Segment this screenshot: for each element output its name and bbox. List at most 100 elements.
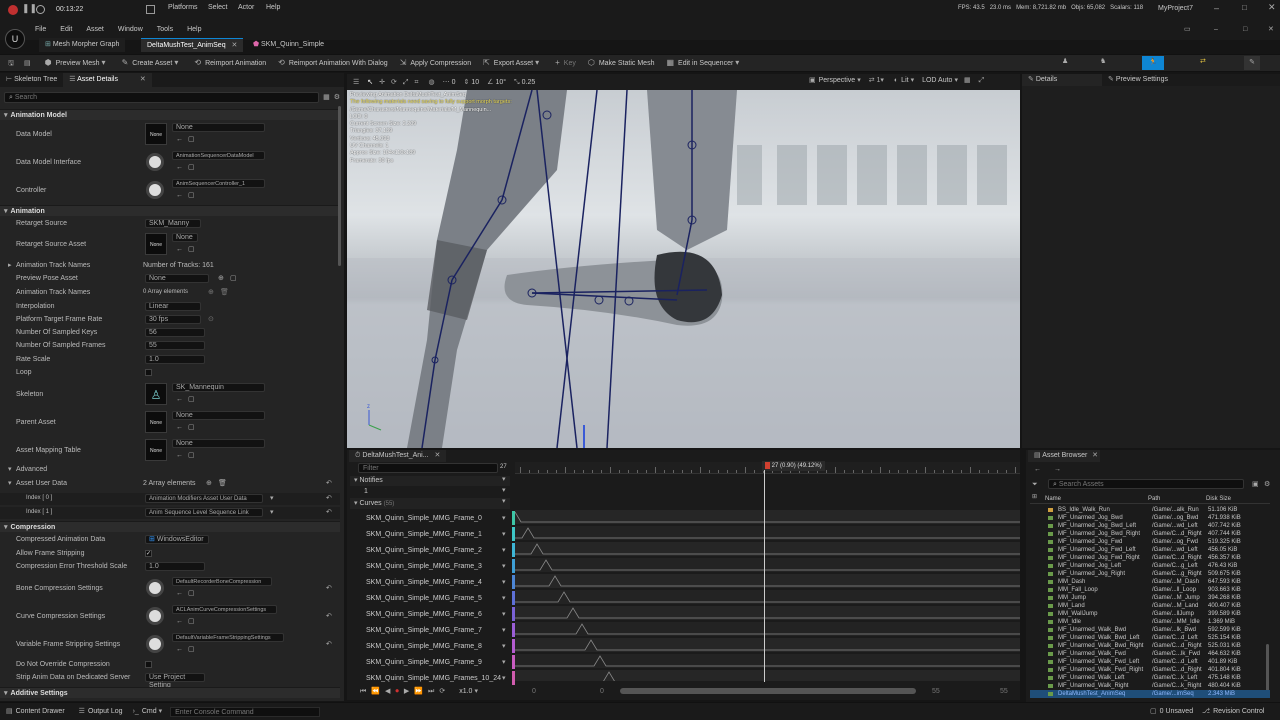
strip-server-combo[interactable]: Use Project Setting	[145, 673, 205, 689]
chevron-right-icon[interactable]: ▸	[8, 262, 12, 269]
folder-icon[interactable]: ▢	[188, 646, 195, 653]
asset-row[interactable]: MF_Unarmed_Walk_Bwd/Game/...lk_Bwd 592.59…	[1030, 626, 1270, 634]
filter-icon[interactable]: ⏷	[1032, 481, 1038, 488]
asset-row[interactable]: MF_Unarmed_Jog_Fwd_Left/Game/...wd_Left 4…	[1030, 546, 1270, 554]
browse-icon[interactable]: ←	[176, 136, 183, 143]
interpolation-combo[interactable]: Linear	[145, 302, 201, 311]
curve-track-row[interactable]: SKM_Quinn_Simple_MMG_Frame_3 ▾	[350, 558, 515, 574]
curve-track-row[interactable]: SKM_Quinn_Simple_MMG_Frame_2 ▾	[350, 542, 515, 558]
menu-tools[interactable]: Tools	[157, 26, 173, 33]
loop-checkbox[interactable]	[145, 369, 152, 376]
menu-select[interactable]: Select	[208, 4, 227, 11]
asset-row[interactable]: BS_Idle_Walk_Run/Game/...alk_Run 51.106 K…	[1030, 506, 1270, 514]
browse-icon[interactable]: ←	[176, 192, 183, 199]
interface-combo[interactable]: AnimationSequencerDataModel	[172, 151, 265, 160]
platform-combo[interactable]: ⊞ WindowsEditor	[145, 535, 209, 544]
chevron-down-icon[interactable]: ▾	[502, 595, 506, 602]
section-animation[interactable]: ▾ Animation	[0, 205, 340, 216]
asset-row[interactable]: MM_Land/Game/...M_Land 400.407 KiB	[1030, 602, 1270, 610]
range-start[interactable]: 0	[532, 688, 536, 695]
curve-track-row[interactable]: SKM_Quinn_Simple_MMG_Frame_4 ▾	[350, 574, 515, 590]
chevron-down-icon[interactable]: ▾	[502, 531, 506, 538]
anim-mode-icon[interactable]: 🏃	[1142, 56, 1164, 70]
settings-mode-icon[interactable]: ✎	[1244, 56, 1260, 70]
folder-icon[interactable]: ▢	[188, 590, 195, 597]
maximize-icon[interactable]: □	[1242, 4, 1247, 12]
preview-mesh-button[interactable]: ⬢ Preview Mesh ▾	[45, 59, 110, 67]
retarget-source-combo[interactable]: SKM_Manny	[145, 219, 201, 228]
select-tool-icon[interactable]: ↖	[367, 79, 373, 86]
asset-row[interactable]: MF_Unarmed_Jog_Bwd_Left/Game/...wd_Left 4…	[1030, 522, 1270, 530]
animation-viewport[interactable]: z Previewing Animation DeltaMushTest_Ani…	[347, 90, 1020, 448]
close-sub-icon[interactable]: ✕	[1268, 26, 1274, 33]
back-arrow-icon[interactable]: ←	[1034, 466, 1041, 473]
chevron-down-icon[interactable]: ▾	[857, 77, 861, 84]
index-0-combo[interactable]: Animation Modifiers Asset User Data	[145, 494, 263, 503]
content-drawer-button[interactable]: ▤ Content Drawer	[6, 708, 65, 715]
go-to-end-icon[interactable]: ⏭	[428, 688, 434, 695]
asset-row[interactable]: MF_Unarmed_Jog_Bwd_Right/Game/C...d_Righ…	[1030, 530, 1270, 538]
error-threshold-input[interactable]: 1.0	[145, 562, 205, 571]
translate-snap-icon[interactable]: ⇕	[463, 79, 469, 86]
reset-icon[interactable]: ↶	[326, 480, 332, 487]
close-icon[interactable]: ✕	[1268, 3, 1276, 12]
controller-combo[interactable]: AnimSequencerController_1	[172, 179, 265, 188]
folder-icon[interactable]: ▢	[188, 246, 195, 253]
menu-help[interactable]: Help	[266, 4, 280, 11]
curve-track-row[interactable]: SKM_Quinn_Simple_MMG_Frame_1 ▾	[350, 526, 515, 542]
unsaved-indicator[interactable]: ▢ 0 Unsaved	[1150, 708, 1193, 715]
scale-snap-icon[interactable]: ⤡	[514, 79, 520, 86]
asset-row[interactable]: MF_Unarmed_Jog_Fwd/Game/...og_Fwd 519.325…	[1030, 538, 1270, 546]
curve-track-row[interactable]: SKM_Quinn_Simple_MMG_Frame_5 ▾	[350, 590, 515, 606]
playhead-label[interactable]: 27 (0.90) (49.12%)	[762, 461, 825, 471]
browse-icon[interactable]: ⊕	[218, 275, 224, 282]
curve-track-row[interactable]: SKM_Quinn_Simple_MMG_Frame_9 ▾	[350, 654, 515, 670]
asset-row[interactable]: MF_Unarmed_Jog_Right/Game/C...g_Right 509…	[1030, 570, 1270, 578]
make-static-mesh-button[interactable]: ⬡ Make Static Mesh	[588, 59, 655, 67]
menu-window[interactable]: Window	[118, 26, 143, 33]
chevron-down-icon[interactable]: ▾	[502, 643, 506, 650]
parent-asset-combo[interactable]: None	[172, 411, 265, 420]
skeleton-combo[interactable]: SK_Mannequin	[172, 383, 265, 392]
rotate-tool-icon[interactable]: ⟳	[391, 79, 397, 86]
column-name[interactable]: Name	[1045, 494, 1061, 504]
asset-browser-tab[interactable]: ▤ Asset Browser ✕	[1028, 450, 1100, 462]
range-end[interactable]: 55	[1000, 688, 1008, 695]
browse-icon[interactable]: ←	[176, 424, 183, 431]
timeline-tab[interactable]: ⏱ DeltaMushTest_Ani... ✕	[349, 450, 447, 462]
chevron-down-icon[interactable]: ▾	[502, 515, 506, 522]
chevron-down-icon[interactable]: ▾	[502, 579, 506, 586]
scale-tool-icon[interactable]: ⤢	[403, 79, 409, 86]
rate-scale-input[interactable]: 1.0	[145, 355, 205, 364]
revision-control-button[interactable]: ⎇ Revision Control	[1202, 708, 1264, 715]
asset-row[interactable]: MF_Unarmed_Walk_Bwd_Right/Game/C...d_Rig…	[1030, 642, 1270, 650]
asset-row[interactable]: MF_Unarmed_Walk_Fwd_Left/Game/C...d_Left…	[1030, 658, 1270, 666]
curve-track-row[interactable]: SKM_Quinn_Simple_MMG_Frame_7 ▾	[350, 622, 515, 638]
folder-icon[interactable]: ▢	[188, 452, 195, 459]
asset-row[interactable]: MF_Unarmed_Walk_Fwd/Game/C...lk_Fwd 464.6…	[1030, 650, 1270, 658]
rotate-snap-value[interactable]: 10°	[495, 79, 506, 86]
stop-icon[interactable]	[36, 5, 45, 14]
menu-actor[interactable]: Actor	[238, 4, 254, 11]
console-input[interactable]: Enter Console Command	[170, 706, 321, 717]
folder-icon[interactable]: ▢	[230, 275, 237, 282]
tab-close-icon[interactable]: ✕	[232, 42, 238, 49]
create-asset-button[interactable]: ✎ Create Asset ▾	[122, 59, 183, 67]
curve-track-row[interactable]: SKM_Quinn_Simple_MMG_Frame_6 ▾	[350, 606, 515, 622]
chevron-down-icon[interactable]: ▾	[502, 627, 506, 634]
lit-button[interactable]: Lit	[901, 77, 908, 84]
browse-icon[interactable]: ←	[176, 618, 183, 625]
asset-mapping-combo[interactable]: None	[172, 439, 265, 448]
tab-close-icon[interactable]: ✕	[435, 452, 441, 459]
asset-row[interactable]: MF_Unarmed_Jog_Bwd/Game/...og_Bwd 471.938…	[1030, 514, 1270, 522]
asset-row[interactable]: MM_Idle/Game/...MM_Idle 1.369 MiB	[1030, 618, 1270, 626]
curves-row[interactable]: ▾ Curves (55) ▾	[350, 498, 510, 509]
asset-row[interactable]: MM_Fall_Loop/Game/...ll_Loop 903.663 KiB	[1030, 586, 1270, 594]
asset-search-input[interactable]: ⌕ Search Assets	[1048, 479, 1244, 489]
hamburger-icon[interactable]: ☰	[353, 79, 359, 86]
browse-icon[interactable]: ←	[176, 590, 183, 597]
reimport-dialog-button[interactable]: ⟲ Reimport Animation With Dialog	[278, 59, 388, 67]
chevron-down-icon[interactable]: ▾	[954, 77, 958, 84]
viewport-options-icon[interactable]: ▦	[964, 77, 971, 84]
reset-icon[interactable]: ↶	[326, 495, 332, 502]
